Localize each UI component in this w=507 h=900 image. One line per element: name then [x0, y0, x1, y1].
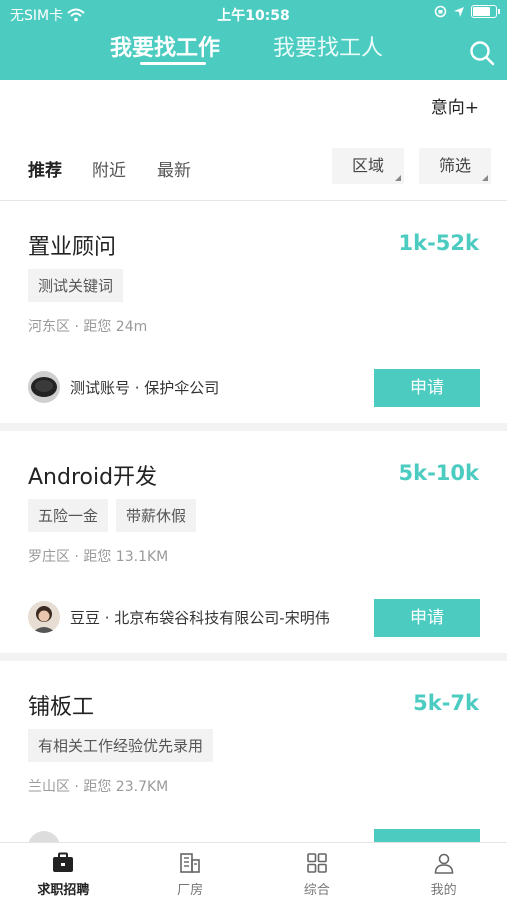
poster-info: 豆豆 · 北京布袋谷科技有限公司-宋明伟: [28, 601, 330, 633]
briefcase-icon: [53, 852, 74, 872]
nav-label: 综合: [303, 883, 330, 898]
salary: 5k-10k: [398, 461, 479, 485]
apply-button[interactable]: 申请: [374, 599, 480, 637]
bottom-nav: 求职招聘 厂房 综合 我的: [0, 842, 507, 900]
tab-find-job[interactable]: 我要找工作: [110, 30, 220, 62]
status-right: [434, 5, 500, 18]
filter-row: 推荐 附近 最新 区域 筛选: [0, 148, 507, 188]
nav-label: 厂房: [177, 883, 204, 898]
avatar: [28, 831, 60, 842]
region-dropdown-corner-icon: [395, 175, 401, 181]
filter-label: 筛选: [438, 156, 471, 175]
active-tab-indicator: [140, 62, 206, 65]
building-icon: [180, 853, 200, 873]
poster-info: [28, 831, 60, 842]
app-header: 无SIM卡 上午10:58 我要找工作 我要找工人: [0, 0, 507, 80]
filter-dropdown[interactable]: 筛选: [419, 148, 491, 184]
tag-list: 五险一金 带薪休假: [28, 499, 197, 532]
avatar: [28, 601, 60, 633]
job-card[interactable]: 铺板工 5k-7k 有相关工作经验优先录用 兰山区 · 距您 23.7KM: [0, 661, 507, 842]
location-arrow-icon: [454, 6, 464, 17]
job-location: 河东区 · 距您 24m: [28, 319, 148, 335]
job-title: Android开发: [28, 465, 158, 490]
poster-name: 测试账号 · 保护伞公司: [70, 378, 220, 397]
poster-name: 豆豆 · 北京布袋谷科技有限公司-宋明伟: [70, 608, 330, 627]
job-title: 置业顾问: [28, 235, 117, 260]
person-icon: [434, 853, 453, 874]
clock: 上午10:58: [217, 8, 290, 24]
job-title: 铺板工: [28, 695, 95, 720]
search-icon[interactable]: [469, 40, 495, 66]
nav-label: 求职招聘: [37, 883, 90, 898]
grid-icon: [307, 853, 327, 873]
nav-item-mine[interactable]: 我的: [380, 843, 507, 900]
region-label: 区域: [351, 156, 384, 175]
salary: 5k-7k: [413, 691, 479, 715]
card-separator: [0, 423, 507, 431]
region-dropdown[interactable]: 区域: [332, 148, 404, 184]
top-tabs: 我要找工作 我要找工人: [0, 30, 507, 70]
job-location: 罗庄区 · 距您 13.1KM: [28, 549, 169, 565]
job-card[interactable]: Android开发 5k-10k 五险一金 带薪休假 罗庄区 · 距您 13.1…: [0, 431, 507, 653]
tag-list: 测试关键词: [28, 269, 124, 302]
intent-button[interactable]: 意向+: [431, 93, 479, 118]
filter-dropdown-corner-icon: [482, 175, 488, 181]
job-location: 兰山区 · 距您 23.7KM: [28, 779, 169, 795]
job-tag: 有相关工作经验优先录用: [28, 729, 214, 762]
apply-button[interactable]: 申请: [374, 369, 480, 407]
orientation-lock-icon: [434, 5, 447, 18]
filter-tab-latest[interactable]: 最新: [157, 156, 191, 181]
avatar: [28, 371, 60, 403]
card-separator: [0, 653, 507, 661]
nav-item-jobs[interactable]: 求职招聘: [0, 843, 127, 900]
poster-info: 测试账号 · 保护伞公司: [28, 371, 219, 403]
apply-button[interactable]: [374, 829, 480, 842]
nav-item-general[interactable]: 综合: [254, 843, 381, 900]
tab-find-worker[interactable]: 我要找工人: [273, 30, 383, 62]
battery-icon: [471, 5, 500, 18]
job-tag: 测试关键词: [28, 269, 124, 302]
job-tag: 五险一金: [28, 499, 109, 532]
job-tag: 带薪休假: [116, 499, 197, 532]
salary: 1k-52k: [398, 231, 479, 255]
status-bar: 无SIM卡 上午10:58: [0, 0, 507, 26]
nav-item-factory[interactable]: 厂房: [127, 843, 254, 900]
filter-tab-recommended[interactable]: 推荐: [28, 156, 62, 181]
filter-tab-nearby[interactable]: 附近: [92, 156, 126, 181]
tag-list: 有相关工作经验优先录用: [28, 729, 214, 762]
job-card[interactable]: 置业顾问 1k-52k 测试关键词 河东区 · 距您 24m 测试账号 · 保护…: [0, 201, 507, 423]
nav-label: 我的: [430, 883, 457, 898]
